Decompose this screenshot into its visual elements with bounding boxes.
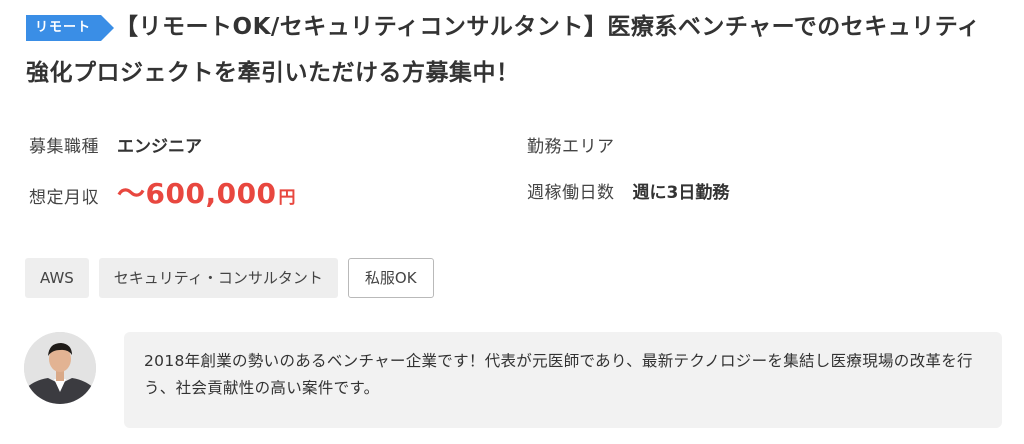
position-value: エンジニア bbox=[117, 137, 202, 157]
tag-casual-dress: 私服OK bbox=[347, 258, 434, 298]
salary-row: 想定月収 〜600,000 円 bbox=[29, 172, 296, 212]
salary-value: 〜600,000 bbox=[117, 177, 277, 210]
area-row: 勤務エリア bbox=[527, 132, 633, 157]
recruiter-message: 2018年創業の勢いのあるベンチャー企業です！代表が元医師であり、最新テクノロジ… bbox=[124, 332, 1002, 428]
workdays-value: 週に3日勤務 bbox=[632, 183, 730, 203]
tag-aws: AWS bbox=[25, 258, 89, 298]
recruiter-message-text: 2018年創業の勢いのあるベンチャー企業です！代表が元医師であり、最新テクノロジ… bbox=[144, 352, 973, 397]
position-label: 募集職種 bbox=[29, 137, 99, 157]
area-label: 勤務エリア bbox=[527, 137, 615, 157]
avatar bbox=[24, 332, 96, 404]
tag-security-consultant: セキュリティ・コンサルタント bbox=[98, 258, 338, 298]
job-card[interactable]: リモート 【リモートOK/セキュリティコンサルタント】医療系ベンチャーでのセキュリ… bbox=[0, 0, 1024, 444]
position-row: 募集職種 エンジニア bbox=[29, 132, 202, 157]
job-title[interactable]: リモート 【リモートOK/セキュリティコンサルタント】医療系ベンチャーでのセキュリ… bbox=[26, 4, 986, 96]
salary-label: 想定月収 bbox=[29, 188, 99, 208]
job-title-text[interactable]: 【リモートOK/セキュリティコンサルタント】医療系ベンチャーでのセキュリティ強化… bbox=[26, 14, 980, 86]
person-avatar-icon bbox=[24, 332, 96, 404]
workdays-label: 週稼働日数 bbox=[527, 183, 615, 203]
workdays-row: 週稼働日数 週に3日勤務 bbox=[527, 178, 729, 203]
remote-badge: リモート bbox=[26, 15, 115, 41]
salary-unit: 円 bbox=[278, 188, 296, 208]
tag-list: AWS セキュリティ・コンサルタント 私服OK bbox=[25, 258, 434, 298]
